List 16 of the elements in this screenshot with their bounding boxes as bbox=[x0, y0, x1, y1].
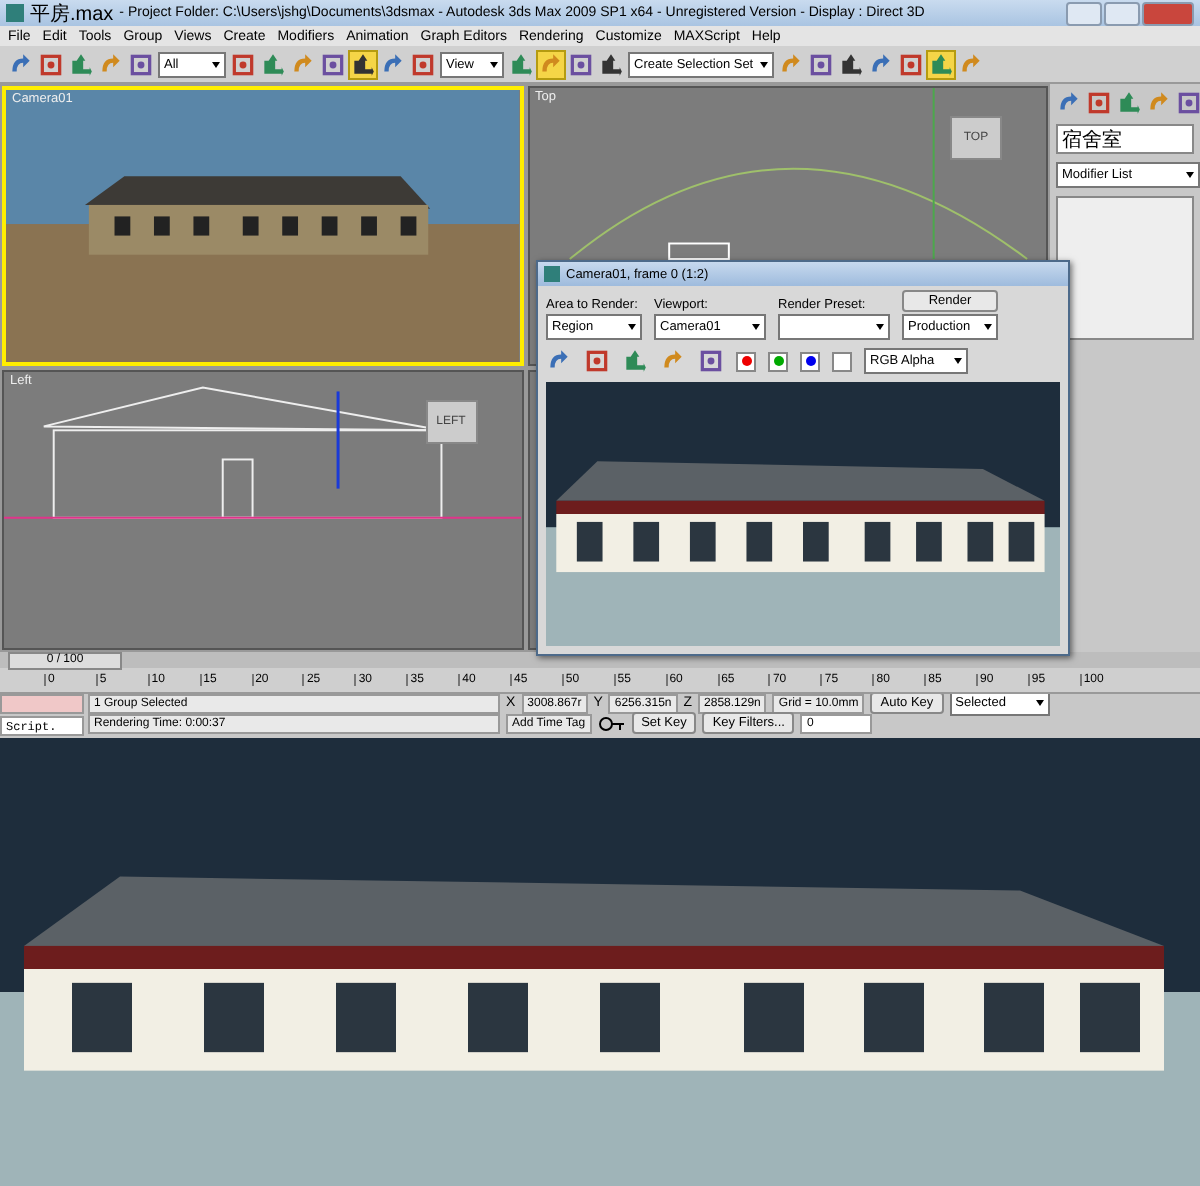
key-icon[interactable] bbox=[597, 715, 626, 731]
maximize-button[interactable] bbox=[1104, 1, 1140, 25]
channel-toggle[interactable] bbox=[736, 351, 756, 371]
channel-toggle[interactable] bbox=[768, 351, 788, 371]
modifier-stack-panel bbox=[1056, 196, 1194, 340]
color-swatch[interactable] bbox=[832, 351, 852, 371]
window-icon bbox=[544, 266, 560, 282]
minimize-button[interactable] bbox=[1066, 1, 1102, 25]
undo-icon[interactable] bbox=[8, 51, 34, 77]
app-icon bbox=[6, 4, 24, 22]
object-name-field[interactable]: 宿舍室 bbox=[1056, 124, 1194, 154]
file-name: 平房.max bbox=[30, 1, 114, 27]
preset-dropdown[interactable] bbox=[778, 314, 890, 340]
channel-toggle[interactable] bbox=[800, 351, 820, 371]
close-button[interactable] bbox=[1142, 1, 1194, 25]
maxscript-listener[interactable] bbox=[0, 694, 84, 714]
